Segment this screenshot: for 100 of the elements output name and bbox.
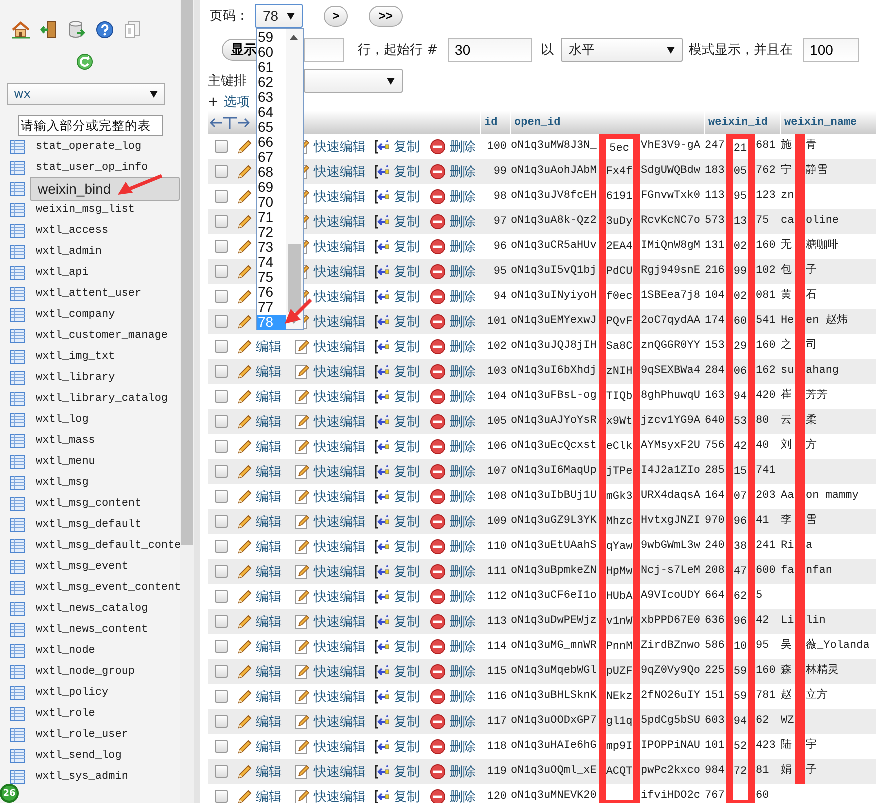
pencil-icon[interactable] bbox=[237, 314, 253, 330]
copy-link[interactable]: 复制 bbox=[394, 440, 420, 454]
delete-icon[interactable] bbox=[430, 464, 446, 480]
row-checkbox[interactable] bbox=[214, 490, 228, 503]
table-icon[interactable] bbox=[10, 202, 26, 218]
delete-icon[interactable] bbox=[430, 638, 446, 654]
copy-link[interactable]: 复制 bbox=[394, 564, 420, 580]
quick-edit-link[interactable]: 快速编辑 bbox=[314, 164, 366, 180]
row-checkbox[interactable] bbox=[214, 240, 228, 253]
note-pencil-icon[interactable] bbox=[294, 764, 310, 780]
database-arrow-icon[interactable] bbox=[68, 21, 86, 39]
next-page-button[interactable]: > bbox=[324, 6, 348, 26]
note-pencil-icon[interactable] bbox=[294, 388, 310, 404]
plus-icon[interactable]: + bbox=[208, 94, 219, 110]
table-icon[interactable] bbox=[10, 622, 26, 638]
quick-edit-link[interactable]: 快速编辑 bbox=[314, 490, 366, 504]
table-icon[interactable] bbox=[10, 306, 26, 322]
row-checkbox[interactable] bbox=[214, 790, 228, 803]
note-pencil-icon[interactable] bbox=[294, 638, 310, 654]
table-icon[interactable] bbox=[10, 348, 26, 364]
delete-link[interactable]: 删除 bbox=[450, 514, 476, 530]
table-icon[interactable] bbox=[10, 768, 26, 784]
quick-edit-link[interactable]: 快速编辑 bbox=[314, 290, 366, 304]
delete-icon[interactable] bbox=[430, 438, 446, 454]
pencil-icon[interactable] bbox=[237, 464, 253, 480]
pencil-icon[interactable] bbox=[237, 164, 253, 180]
table-list-item[interactable]: stat_user_op_info bbox=[30, 157, 180, 178]
pencil-icon[interactable] bbox=[237, 514, 253, 530]
row-checkbox[interactable] bbox=[214, 390, 228, 403]
edit-link[interactable]: 编辑 bbox=[256, 714, 282, 730]
delete-icon[interactable] bbox=[430, 538, 446, 554]
table-icon[interactable] bbox=[10, 432, 26, 448]
table-list-item[interactable]: wxtl_news_catalog bbox=[30, 598, 180, 619]
pencil-icon[interactable] bbox=[237, 564, 253, 580]
edit-link[interactable]: 编辑 bbox=[256, 390, 282, 404]
delete-icon[interactable] bbox=[430, 288, 446, 304]
edit-link[interactable]: 编辑 bbox=[256, 790, 282, 803]
row-checkbox[interactable] bbox=[214, 214, 228, 228]
table-list-item[interactable]: wxtl_attent_user bbox=[30, 283, 180, 304]
quick-edit-link[interactable]: 快速编辑 bbox=[314, 364, 366, 380]
table-list-item[interactable]: wxtl_news_content bbox=[30, 619, 180, 640]
copy-link[interactable]: 复制 bbox=[394, 590, 420, 604]
table-icon[interactable] bbox=[10, 180, 26, 196]
row-checkbox[interactable] bbox=[214, 340, 228, 353]
delete-icon[interactable] bbox=[430, 514, 446, 530]
pencil-icon[interactable] bbox=[237, 664, 253, 680]
table-icon[interactable] bbox=[10, 390, 26, 406]
delete-icon[interactable] bbox=[430, 588, 446, 604]
table-icon[interactable] bbox=[10, 222, 26, 238]
quick-edit-link[interactable]: 快速编辑 bbox=[314, 790, 366, 803]
copy-link[interactable]: 复制 bbox=[394, 364, 420, 380]
row-checkbox[interactable] bbox=[214, 714, 228, 728]
delete-link[interactable]: 删除 bbox=[450, 340, 476, 354]
row-checkbox[interactable] bbox=[214, 414, 228, 428]
page-option[interactable]: 72 bbox=[257, 225, 286, 240]
delete-link[interactable]: 删除 bbox=[450, 264, 476, 280]
delete-link[interactable]: 删除 bbox=[450, 740, 476, 754]
table-list-item[interactable]: stat_operate_log bbox=[30, 136, 180, 157]
pencil-icon[interactable] bbox=[237, 538, 253, 554]
copy-link[interactable]: 复制 bbox=[394, 314, 420, 330]
table-list-item[interactable]: wxtl_menu bbox=[30, 451, 180, 472]
edit-link[interactable]: 编辑 bbox=[256, 540, 282, 554]
delete-icon[interactable] bbox=[430, 614, 446, 630]
row-checkbox[interactable] bbox=[214, 190, 228, 203]
last-page-button[interactable]: >> bbox=[369, 6, 403, 26]
delete-icon[interactable] bbox=[430, 338, 446, 354]
page-option[interactable]: 69 bbox=[257, 180, 286, 195]
row-checkbox[interactable] bbox=[214, 764, 228, 778]
table-list-item[interactable]: wxtl_img_txt bbox=[30, 346, 180, 367]
row-checkbox[interactable] bbox=[214, 314, 228, 328]
edit-link[interactable]: 编辑 bbox=[256, 764, 282, 780]
delete-link[interactable]: 删除 bbox=[450, 314, 476, 330]
table-icon[interactable] bbox=[10, 264, 26, 280]
table-icon[interactable] bbox=[10, 642, 26, 658]
table-list-item[interactable]: wxtl_library bbox=[30, 367, 180, 388]
pencil-icon[interactable] bbox=[237, 388, 253, 404]
delete-link[interactable]: 删除 bbox=[450, 714, 476, 730]
page-option[interactable]: 73 bbox=[257, 240, 286, 255]
delete-link[interactable]: 删除 bbox=[450, 564, 476, 580]
delete-icon[interactable] bbox=[430, 264, 446, 280]
table-list-item[interactable]: wxtl_msg_default bbox=[30, 514, 180, 535]
page-option[interactable]: 63 bbox=[257, 90, 286, 105]
copy-link[interactable]: 复制 bbox=[394, 514, 420, 530]
delete-link[interactable]: 删除 bbox=[450, 764, 476, 780]
delete-link[interactable]: 删除 bbox=[450, 164, 476, 180]
row-checkbox[interactable] bbox=[214, 590, 228, 603]
table-list-item[interactable]: wxtl_send_log bbox=[30, 745, 180, 766]
delete-icon[interactable] bbox=[430, 238, 446, 254]
page-option[interactable]: 65 bbox=[257, 120, 286, 135]
copy-link[interactable]: 复制 bbox=[394, 790, 420, 803]
note-pencil-icon[interactable] bbox=[294, 788, 310, 803]
page-option[interactable]: 77 bbox=[257, 300, 286, 315]
table-icon[interactable] bbox=[10, 328, 26, 344]
copy-link[interactable]: 复制 bbox=[394, 464, 420, 480]
copy-link[interactable]: 复制 bbox=[394, 214, 420, 230]
pencil-icon[interactable] bbox=[237, 764, 253, 780]
edit-link[interactable]: 编辑 bbox=[256, 590, 282, 604]
exit-door-icon[interactable] bbox=[40, 21, 58, 39]
page-select[interactable]: 78 bbox=[255, 4, 303, 28]
home-icon[interactable] bbox=[12, 21, 30, 39]
